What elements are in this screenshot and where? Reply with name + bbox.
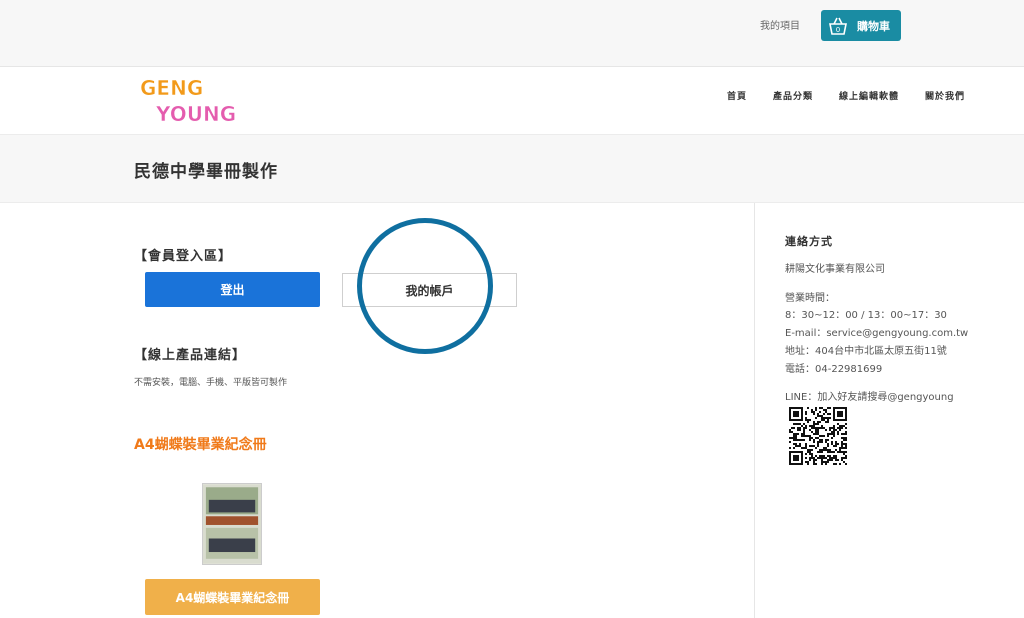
main-content: 【會員登入區】 登出 我的帳戶 【線上產品連結】 不需安裝，電腦、手機、平版皆可… — [0, 203, 755, 618]
site-header: GENG YOUNG 首頁 產品分類 線上編輯軟體 關於我們 — [0, 67, 1024, 135]
contact-line: LINE：加入好友請搜尋@gengyoung — [785, 392, 954, 403]
hours-label: 營業時間： — [785, 293, 835, 304]
product-thumbnail[interactable] — [202, 483, 262, 565]
contact-phone: 電話：04-22981699 — [785, 364, 883, 375]
cart-button[interactable]: 0 購物車 — [821, 10, 901, 41]
contact-email[interactable]: E-mail：service@gengyoung.com.tw — [785, 324, 968, 339]
online-products-heading: 【線上產品連結】 — [134, 348, 247, 363]
member-heading: 【會員登入區】 — [134, 249, 233, 264]
logo-text-young: YOUNG — [155, 102, 236, 126]
basket-icon: 0 — [829, 17, 847, 35]
company-name: 耕陽文化事業有限公司 — [785, 264, 885, 275]
page-title: 民德中學畢冊製作 — [134, 162, 278, 182]
nav-item-editor[interactable]: 線上編輯軟體 — [839, 89, 899, 102]
contact-heading: 連絡方式 — [785, 235, 833, 248]
main-nav: 首頁 產品分類 線上編輯軟體 關於我們 — [701, 89, 965, 102]
highlight-circle — [357, 218, 493, 354]
logout-button[interactable]: 登出 — [145, 272, 320, 307]
cart-count: 0 — [836, 26, 840, 34]
qr-code-icon — [789, 407, 847, 465]
nav-item-products[interactable]: 產品分類 — [773, 89, 813, 102]
top-bar: 我的項目 0 購物車 — [0, 0, 1024, 67]
logo-text-geng: GENG — [140, 76, 203, 100]
title-bar: 民德中學畢冊製作 — [0, 135, 1024, 203]
contact-address: 地址：404台中市北區太原五街11號 — [785, 346, 947, 357]
nav-item-about[interactable]: 關於我們 — [925, 89, 965, 102]
gengyoung-logo[interactable]: GENG YOUNG — [136, 69, 246, 131]
product-button[interactable]: A4蝴蝶裝畢業紀念冊 — [145, 579, 320, 615]
my-items-link[interactable]: 我的項目 — [760, 17, 800, 32]
contact-sidebar: 連絡方式 耕陽文化事業有限公司 營業時間： 8：30~12：00 / 13：00… — [756, 203, 1024, 618]
nav-item-home[interactable]: 首頁 — [727, 89, 747, 102]
product-title[interactable]: A4蝴蝶裝畢業紀念冊 — [134, 434, 267, 454]
cart-label: 購物車 — [857, 19, 890, 33]
online-products-note: 不需安裝，電腦、手機、平版皆可製作 — [134, 378, 288, 388]
business-hours: 8：30~12：00 / 13：00~17：30 — [785, 310, 947, 321]
